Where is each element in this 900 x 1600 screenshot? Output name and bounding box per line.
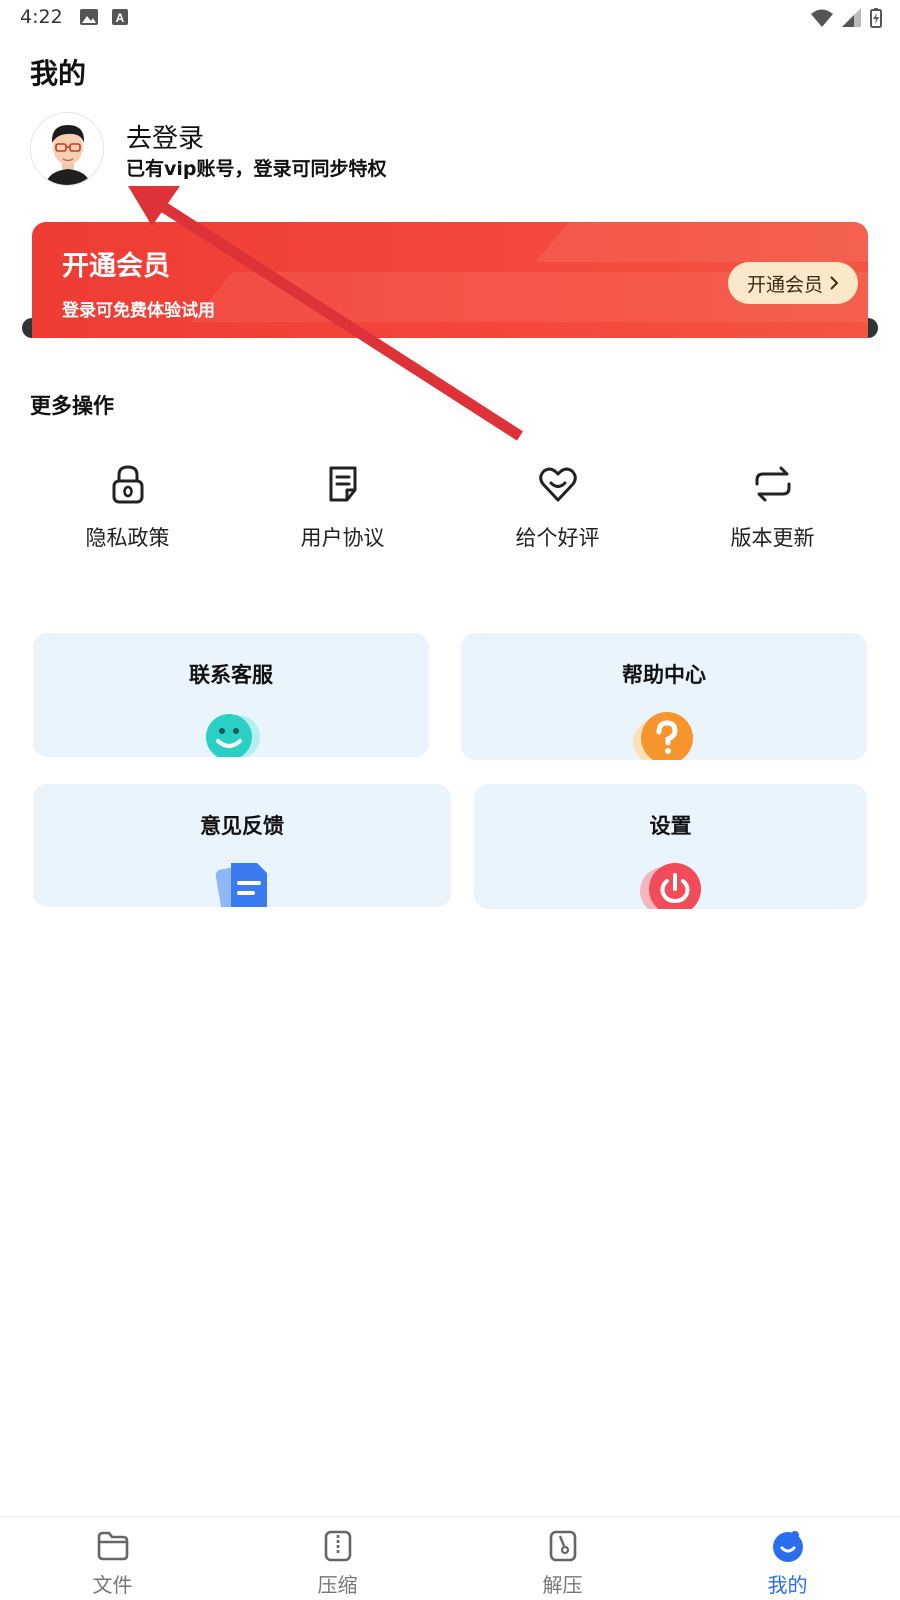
- battery-icon: [870, 8, 882, 28]
- signal-icon: [842, 8, 861, 27]
- compress-icon: [324, 1530, 351, 1562]
- page-title: 我的: [30, 57, 87, 90]
- lock-icon: [112, 465, 143, 504]
- tab-files[interactable]: 文件: [0, 1517, 225, 1600]
- feedback-card[interactable]: 意见反馈: [33, 784, 451, 907]
- heart-icon: [538, 467, 577, 502]
- action-label: 给个好评: [515, 526, 600, 550]
- more-actions-title: 更多操作: [30, 394, 114, 418]
- tab-label: 文件: [92, 1573, 133, 1597]
- card-label: 设置: [649, 814, 692, 838]
- login-subtitle: 已有vip账号，登录可同步特权: [126, 158, 387, 180]
- svg-text:A: A: [116, 11, 125, 25]
- settings-card[interactable]: 设置: [474, 784, 867, 909]
- card-label: 帮助中心: [622, 663, 706, 687]
- tab-label: 解压: [542, 1573, 583, 1597]
- image-icon: [80, 9, 98, 25]
- status-time: 4:22: [20, 6, 63, 28]
- open-vip-button-label: 开通会员: [746, 273, 823, 296]
- power-icon: [639, 863, 701, 909]
- avatar-illustration-icon: [31, 113, 103, 185]
- login-title[interactable]: 去登录: [126, 118, 204, 155]
- rate-us-action[interactable]: 给个好评: [450, 462, 665, 562]
- contact-service-card[interactable]: 联系客服: [33, 633, 429, 757]
- vip-banner[interactable]: 开通会员 登录可免费体验试用 开通会员: [32, 222, 868, 338]
- card-label: 意见反馈: [200, 814, 284, 838]
- refresh-icon: [755, 466, 790, 502]
- vip-title: 开通会员: [62, 251, 170, 282]
- smiley-icon: [206, 714, 260, 757]
- chevron-right-icon: [830, 276, 839, 290]
- open-vip-button[interactable]: 开通会员: [728, 262, 858, 304]
- action-label: 隐私政策: [85, 526, 170, 550]
- tab-label: 我的: [767, 1573, 808, 1597]
- help-center-card[interactable]: 帮助中心: [461, 633, 867, 760]
- user-agreement-action[interactable]: 用户协议: [235, 462, 450, 562]
- document-icon: [329, 466, 356, 502]
- card-label: 联系客服: [189, 663, 273, 687]
- status-notification-icons: A: [80, 9, 128, 25]
- extract-icon: [549, 1530, 576, 1562]
- status-bar: 4:22 A: [0, 0, 900, 36]
- feedback-document-icon: [215, 863, 267, 907]
- question-icon: [633, 712, 693, 760]
- action-label: 版本更新: [730, 526, 815, 550]
- a-icon: A: [112, 9, 128, 25]
- wifi-icon: [811, 9, 833, 27]
- avatar[interactable]: [30, 112, 104, 186]
- privacy-policy-action[interactable]: 隐私政策: [20, 462, 235, 562]
- tab-profile[interactable]: 我的: [675, 1517, 900, 1600]
- tab-compress[interactable]: 压缩: [225, 1517, 450, 1600]
- profile-icon: [772, 1531, 803, 1562]
- bottom-tab-bar: 文件 压缩 解压 我的: [0, 1516, 900, 1600]
- tab-label: 压缩: [317, 1573, 358, 1597]
- version-update-action[interactable]: 版本更新: [665, 462, 880, 562]
- vip-subtitle: 登录可免费体验试用: [62, 301, 215, 321]
- action-label: 用户协议: [300, 526, 385, 550]
- more-actions-grid: 隐私政策 用户协议 给个好评 版本更新: [20, 462, 880, 562]
- tab-extract[interactable]: 解压: [450, 1517, 675, 1600]
- folder-icon: [97, 1531, 128, 1561]
- status-system-icons: [810, 8, 882, 28]
- login-profile-row[interactable]: 去登录 已有vip账号，登录可同步特权: [30, 112, 630, 188]
